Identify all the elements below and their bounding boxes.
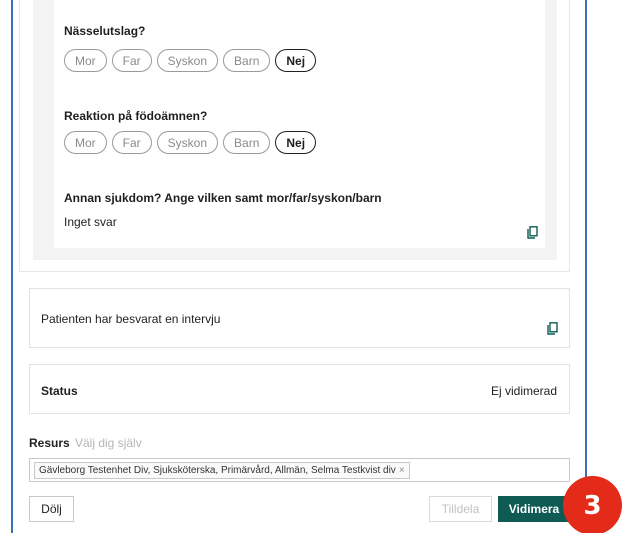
copy-icon[interactable] bbox=[547, 322, 558, 335]
status-label: Status bbox=[41, 384, 78, 398]
option-nej[interactable]: Nej bbox=[275, 49, 317, 72]
option-mor[interactable]: Mor bbox=[64, 49, 107, 72]
verify-button[interactable]: Vidimera bbox=[498, 496, 570, 522]
hide-button[interactable]: Dölj bbox=[29, 496, 74, 522]
copy-icon[interactable] bbox=[527, 226, 538, 239]
answer-text: Inget svar bbox=[64, 215, 117, 229]
step-number-badge: 3 bbox=[563, 476, 622, 533]
remove-tag-icon[interactable]: × bbox=[399, 465, 405, 476]
selected-resource-tag: Gävleborg Testenhet Div, Sjuksköterska, … bbox=[34, 462, 410, 479]
option-far[interactable]: Far bbox=[111, 131, 152, 154]
assign-button[interactable]: Tilldela bbox=[429, 496, 492, 522]
option-syskon[interactable]: Syskon bbox=[156, 131, 219, 154]
status-card: Status Ej vidimerad bbox=[29, 364, 570, 414]
question-title: Nässelutslag? bbox=[64, 24, 146, 38]
option-syskon[interactable]: Syskon bbox=[156, 49, 219, 72]
question-options: Mor Far Syskon Barn Nej bbox=[64, 49, 317, 72]
tag-label: Gävleborg Testenhet Div, Sjuksköterska, … bbox=[39, 465, 396, 476]
question-title: Reaktion på födoämnen? bbox=[64, 109, 208, 123]
option-barn[interactable]: Barn bbox=[223, 131, 271, 154]
question-options: Mor Far Syskon Barn Nej bbox=[64, 131, 317, 154]
interview-card: Patienten har besvarat en intervju bbox=[29, 288, 570, 348]
option-barn[interactable]: Barn bbox=[223, 49, 271, 72]
option-far[interactable]: Far bbox=[111, 49, 152, 72]
interview-text: Patienten har besvarat en intervju bbox=[41, 312, 221, 326]
resurs-select[interactable]: Gävleborg Testenhet Div, Sjuksköterska, … bbox=[29, 458, 570, 482]
option-mor[interactable]: Mor bbox=[64, 131, 107, 154]
option-nej[interactable]: Nej bbox=[275, 131, 317, 154]
status-value: Ej vidimerad bbox=[490, 384, 557, 398]
question-title: Annan sjukdom? Ange vilken samt mor/far/… bbox=[64, 191, 382, 205]
resurs-label: Resurs bbox=[29, 436, 70, 450]
select-self-link[interactable]: Välj dig själv bbox=[75, 436, 142, 450]
